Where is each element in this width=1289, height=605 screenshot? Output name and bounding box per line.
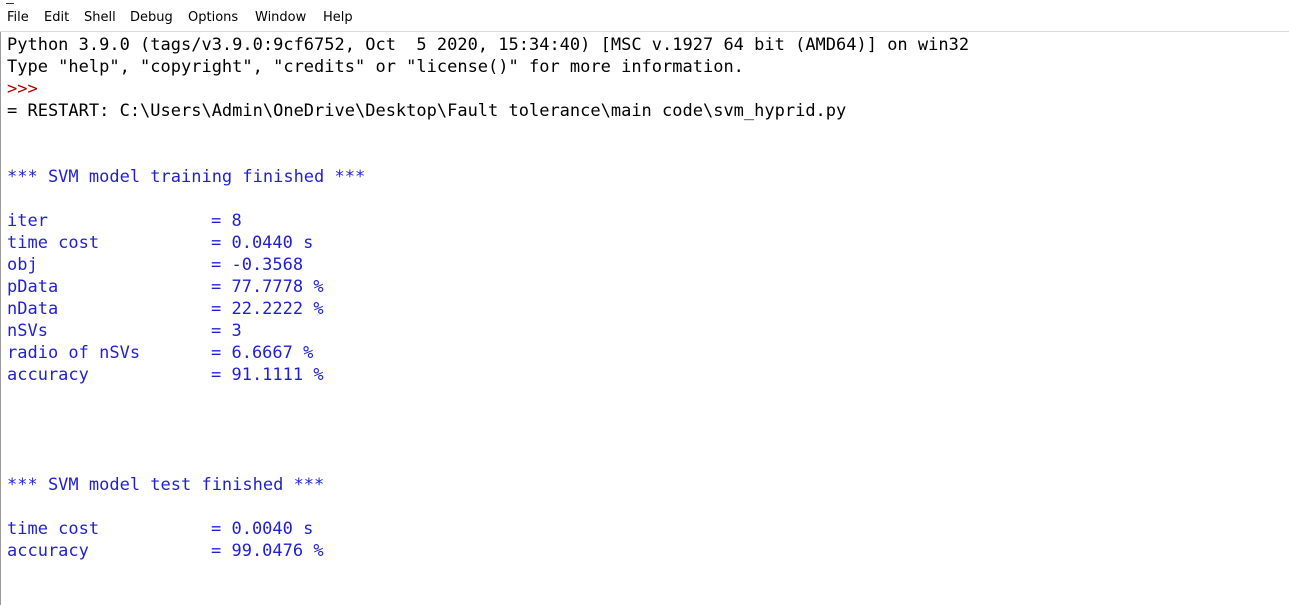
window-control-icon [6, 0, 14, 4]
stat-value: = 22.2222 % [211, 299, 324, 319]
stat-value: = 99.0476 % [211, 541, 324, 561]
shell-prompt: >>> [7, 79, 38, 99]
stat-key: nData [7, 299, 59, 319]
stat-row: time cost = 0.0040 s [7, 518, 313, 540]
banner-info-line: Type "help", "copyright", "credits" or "… [7, 57, 744, 77]
stat-key: pData [7, 277, 59, 297]
stat-value: = 8 [211, 211, 242, 231]
stat-row: accuracy = 99.0476 % [7, 540, 324, 562]
menu-edit[interactable]: Edit [44, 9, 69, 27]
stat-key: time cost [7, 519, 100, 539]
menu-help[interactable]: Help [323, 9, 353, 27]
stat-value: = -0.3568 [211, 255, 304, 275]
stat-value: = 0.0440 s [211, 233, 314, 253]
restart-line: = RESTART: C:\Users\Admin\OneDrive\Deskt… [7, 101, 847, 121]
menu-bar: File Edit Shell Debug Options Window Hel… [0, 0, 1289, 32]
menu-debug[interactable]: Debug [130, 9, 173, 27]
banner-line: Python 3.9.0 (tags/v3.9.0:9cf6752, Oct 5… [7, 35, 970, 55]
stat-value: = 3 [211, 321, 242, 341]
training-header: *** SVM model training finished *** [7, 167, 366, 187]
menu-shell[interactable]: Shell [84, 9, 116, 27]
stat-row: iter = 8 [7, 210, 242, 232]
menu-options[interactable]: Options [188, 9, 238, 27]
stat-row: radio of nSVs = 6.6667 % [7, 342, 313, 364]
stat-key: iter [7, 211, 48, 231]
stat-row: obj = -0.3568 [7, 254, 303, 276]
stat-key: radio of nSVs [7, 343, 141, 363]
stat-row: nData = 22.2222 % [7, 298, 324, 320]
stat-row: nSVs = 3 [7, 320, 242, 342]
stat-value: = 77.7778 % [211, 277, 324, 297]
stat-row: pData = 77.7778 % [7, 276, 324, 298]
stat-row: accuracy = 91.1111 % [7, 364, 324, 386]
shell-text-area[interactable]: Python 3.9.0 (tags/v3.9.0:9cf6752, Oct 5… [0, 32, 1289, 605]
stat-value: = 0.0040 s [211, 519, 314, 539]
stat-key: time cost [7, 233, 100, 253]
stat-value: = 6.6667 % [211, 343, 314, 363]
menu-window[interactable]: Window [255, 9, 306, 27]
stat-key: accuracy [7, 541, 89, 561]
stat-key: nSVs [7, 321, 48, 341]
stat-key: obj [7, 255, 38, 275]
stat-row: time cost = 0.0440 s [7, 232, 313, 254]
test-header: *** SVM model test finished *** [7, 475, 325, 495]
menu-file[interactable]: File [7, 9, 29, 27]
stat-key: accuracy [7, 365, 89, 385]
stat-value: = 91.1111 % [211, 365, 324, 385]
